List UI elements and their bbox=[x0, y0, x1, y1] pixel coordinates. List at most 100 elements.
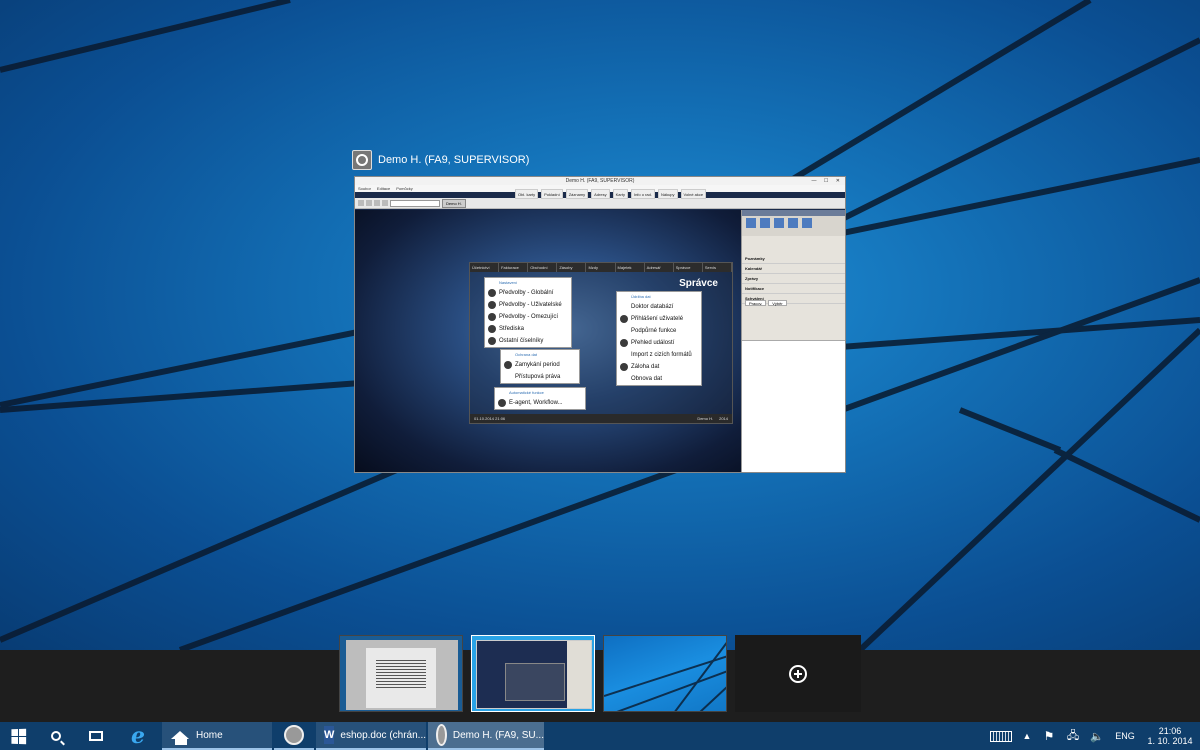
side-panel-list: Poznámky Kalendář Zprávy Notifikace Schv… bbox=[742, 254, 845, 304]
taskbar-item-label: Home bbox=[196, 729, 223, 741]
app-toolbar: Obl. karty Pokladní Záznamy Adresy Karty… bbox=[515, 189, 707, 199]
clock-date: 1. 10. 2014 bbox=[1147, 736, 1193, 746]
menu-item: Přístupová práva bbox=[515, 374, 561, 380]
toolbar-btn: Adresy bbox=[591, 189, 610, 199]
virtual-desktop-1[interactable] bbox=[339, 635, 463, 712]
toolbar-icon bbox=[382, 200, 388, 206]
search-button[interactable] bbox=[36, 722, 76, 750]
menu-item: E-agent, Workflow... bbox=[495, 397, 585, 409]
menu-soubor: Soubor bbox=[358, 186, 371, 191]
taskbar-item-label: Demo H. (FA9, SU... bbox=[452, 729, 544, 741]
windows-logo-icon bbox=[10, 728, 26, 744]
app-workspace: Účetnictví Fakturace Obchodní Zásoby Mzd… bbox=[355, 210, 741, 472]
toolbar-btn: Pokladní bbox=[541, 189, 563, 199]
toolbar-btn: Karty bbox=[612, 189, 628, 199]
side-panel-lower bbox=[742, 340, 845, 472]
toolbar-btn: Záznamy bbox=[565, 189, 589, 199]
volume-button[interactable]: 🔈 bbox=[1084, 722, 1110, 750]
tab-zasoby: Zásoby bbox=[557, 263, 587, 272]
app-side-panel: Poznámky Kalendář Zprávy Notifikace Schv… bbox=[741, 210, 845, 472]
side-panel-icons bbox=[742, 216, 845, 236]
window-preview[interactable]: Demo H. (FA9, SUPERVISOR) — ☐ ✕ Soubor E… bbox=[354, 176, 846, 473]
fa-app-icon bbox=[284, 725, 304, 745]
add-desktop-button[interactable] bbox=[735, 635, 861, 712]
status-datetime: 01.10.2014 21:06 bbox=[474, 416, 506, 421]
tab-majetek: Majetek bbox=[616, 263, 645, 272]
panel-icon bbox=[746, 218, 756, 228]
document-thumbnail bbox=[346, 640, 458, 710]
action-center-button[interactable]: ⚑ bbox=[1036, 722, 1062, 750]
tab-fakturace: Fakturace bbox=[499, 263, 529, 272]
menu-item: Přihlášení uživatelé bbox=[617, 313, 701, 325]
panel-icon bbox=[788, 218, 798, 228]
list-item: Notifikace bbox=[742, 284, 845, 294]
demo-button: Demo H. bbox=[442, 198, 466, 208]
language-indicator[interactable]: ENG bbox=[1110, 722, 1140, 750]
task-view-icon bbox=[89, 731, 103, 741]
toolbar-icon bbox=[374, 200, 380, 206]
fa-app-icon bbox=[352, 150, 372, 170]
menu-item: Import z cizích formátů bbox=[631, 352, 692, 358]
menu-item: Předvolby - Uživatelské bbox=[485, 299, 571, 311]
taskbar-item-fa-app[interactable] bbox=[274, 722, 314, 750]
home-icon bbox=[170, 725, 190, 745]
search-icon bbox=[51, 731, 61, 741]
taskbar-item-word[interactable]: W eshop.doc (chrán... bbox=[316, 722, 426, 750]
taskbar-item-home[interactable]: Home bbox=[162, 722, 272, 750]
fa-app-icon bbox=[436, 724, 447, 746]
menu-editace: Editace bbox=[376, 186, 391, 191]
menu-item: Předvolby - Omezující bbox=[485, 311, 571, 323]
app-titlebar: Demo H. (FA9, SUPERVISOR) — ☐ ✕ bbox=[355, 177, 845, 185]
tab-ucetnictvi: Účetnictví bbox=[470, 263, 500, 272]
menu-item: Zamykání period bbox=[501, 359, 579, 371]
network-icon: 🖧 bbox=[1066, 729, 1080, 742]
menu-pomucky: Pomůcky bbox=[396, 186, 413, 191]
list-item: Kalendář bbox=[742, 264, 845, 274]
tab-servis: Servis bbox=[703, 263, 732, 272]
app-toolbar-secondary: Demo H. bbox=[355, 198, 845, 209]
taskbar-item-label: eshop.doc (chrán... bbox=[340, 729, 426, 741]
taskbar-item-demo[interactable]: Demo H. (FA9, SU... bbox=[428, 722, 544, 750]
app-panel: Účetnictví Fakturace Obchodní Zásoby Mzd… bbox=[469, 262, 733, 424]
toolbar-icon bbox=[358, 200, 364, 206]
clock[interactable]: 21:06 1. 10. 2014 bbox=[1140, 722, 1200, 750]
menu-item: Obnova dat bbox=[631, 376, 663, 382]
virtual-desktop-3[interactable] bbox=[603, 635, 727, 712]
menu-item: Přehled událostí bbox=[617, 337, 701, 349]
taskbar: e Home W eshop.doc (chrán... Demo H. (FA… bbox=[0, 722, 1200, 750]
toolbar-icon bbox=[366, 200, 372, 206]
list-item: Poznámky bbox=[742, 254, 845, 264]
touch-keyboard-button[interactable] bbox=[984, 722, 1018, 750]
menu-header: Údržba dat bbox=[631, 294, 651, 299]
tab-pracov: Pracov. bbox=[745, 300, 767, 306]
tab-spravce: Správce bbox=[674, 263, 703, 272]
task-view-button[interactable] bbox=[76, 722, 116, 750]
tab-obchodni: Obchodní bbox=[528, 263, 558, 272]
start-button[interactable] bbox=[0, 722, 36, 750]
internet-explorer-button[interactable]: e bbox=[116, 722, 160, 750]
flag-icon: ⚑ bbox=[1043, 729, 1055, 743]
panel-icon bbox=[802, 218, 812, 228]
network-button[interactable]: 🖧 bbox=[1062, 722, 1084, 750]
window-preview-title[interactable]: Demo H. (FA9, SUPERVISOR) bbox=[352, 150, 529, 170]
status-year: 2014 bbox=[719, 416, 728, 421]
window-title-text: Demo H. (FA9, SUPERVISOR) bbox=[378, 154, 530, 166]
plus-circle-icon bbox=[789, 664, 807, 683]
module-tabs: Účetnictví Fakturace Obchodní Zásoby Mzd… bbox=[470, 263, 732, 272]
menu-item: Předvolby - Globální bbox=[485, 287, 571, 299]
system-tray: ▲ ⚑ 🖧 🔈 ENG 21:06 1. 10. 2014 bbox=[984, 722, 1200, 750]
side-panel-tabs: Pracov. Výběr bbox=[742, 300, 845, 306]
show-hidden-icons-button[interactable]: ▲ bbox=[1018, 722, 1036, 750]
chevron-up-icon: ▲ bbox=[1022, 731, 1032, 741]
virtual-desktop-2[interactable] bbox=[471, 635, 595, 712]
panel-icon bbox=[774, 218, 784, 228]
menu-item: Ostatní číselníky bbox=[485, 335, 571, 347]
app-titlebar-text: Demo H. (FA9, SUPERVISOR) bbox=[565, 178, 635, 184]
menu-ochrana-dat: Ochrana dat Zamykání period Přístupová p… bbox=[500, 349, 580, 384]
tab-vyber: Výběr bbox=[768, 300, 787, 306]
status-user: Demo H. bbox=[697, 416, 714, 421]
toolbar-btn: Volné akce bbox=[680, 189, 707, 199]
keyboard-icon bbox=[990, 730, 1012, 742]
app-status-bar: 01.10.2014 21:06 Demo H. 2014 bbox=[470, 414, 732, 423]
tab-adresar: Adresář bbox=[645, 263, 674, 272]
